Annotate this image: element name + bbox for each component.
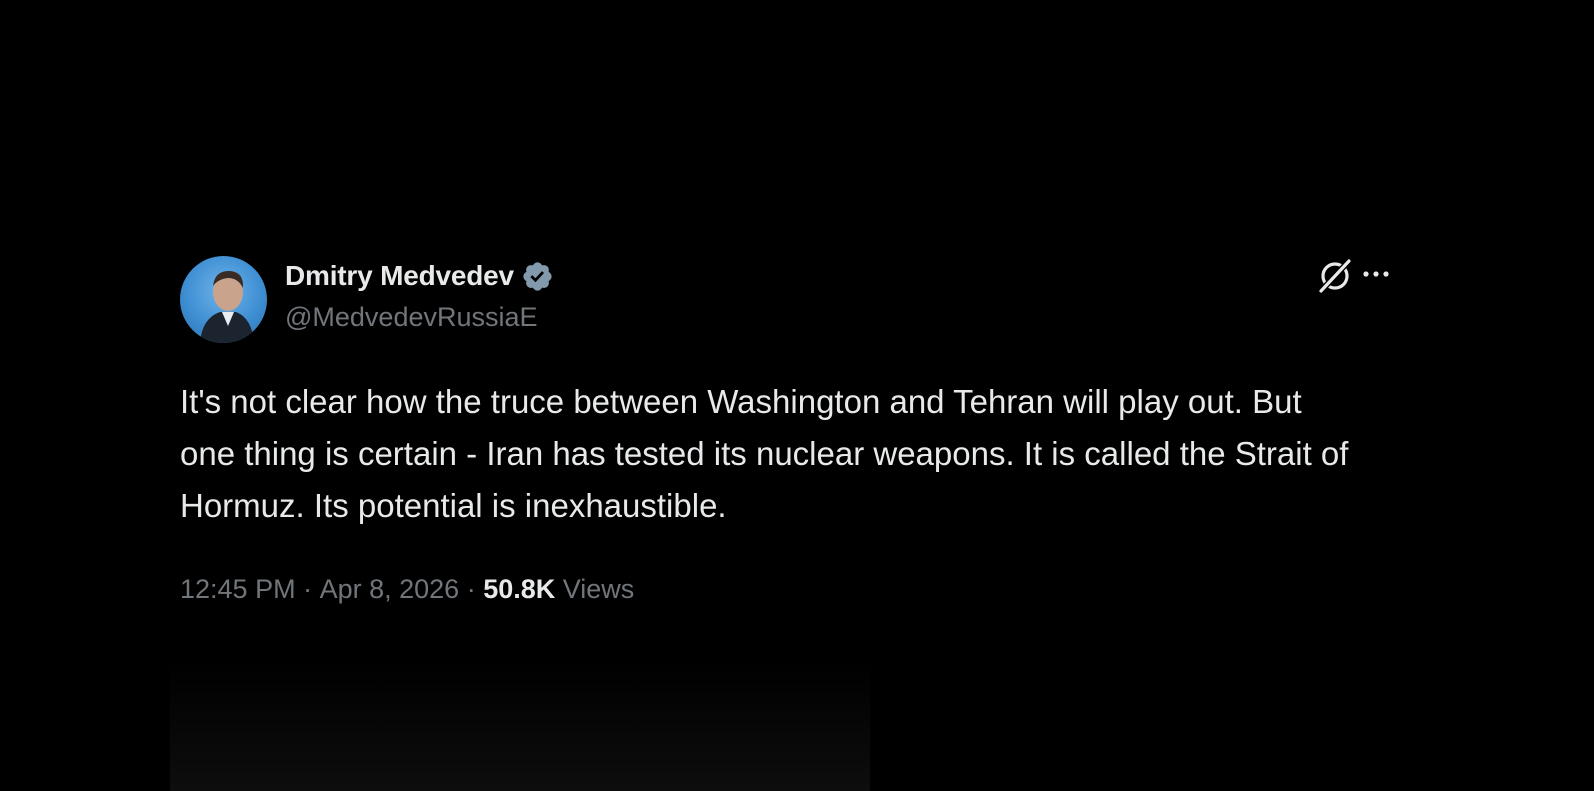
views-count[interactable]: 50.8K [483, 574, 555, 605]
tweet-meta: 12:45 PM · Apr 8, 2026 · 50.8K Views [180, 574, 1410, 605]
meta-separator: · [459, 574, 484, 604]
more-icon[interactable] [1358, 262, 1398, 286]
display-name[interactable]: Dmitry Medvedev [285, 260, 514, 292]
grok-icon[interactable] [1315, 256, 1355, 296]
tweet-time[interactable]: 12:45 PM [180, 574, 296, 605]
tweet-text: It's not clear how the truce between Was… [180, 383, 1349, 524]
author-handle[interactable]: @MedvedevRussiaE [285, 302, 554, 333]
tweet: Dmitry Medvedev @MedvedevRussiaE It's no… [180, 256, 1410, 605]
display-name-row: Dmitry Medvedev [285, 258, 554, 294]
author-names: Dmitry Medvedev @MedvedevRussiaE [285, 258, 554, 333]
background-shade [170, 660, 870, 791]
avatar[interactable] [180, 256, 267, 343]
tweet-date[interactable]: Apr 8, 2026 [320, 574, 460, 605]
views-spacer [555, 574, 563, 605]
verified-badge-icon[interactable] [521, 260, 554, 293]
tweet-header: Dmitry Medvedev @MedvedevRussiaE [180, 256, 1410, 346]
avatar-portrait [200, 270, 254, 343]
views-label: Views [562, 574, 635, 604]
meta-separator: · [295, 574, 320, 604]
